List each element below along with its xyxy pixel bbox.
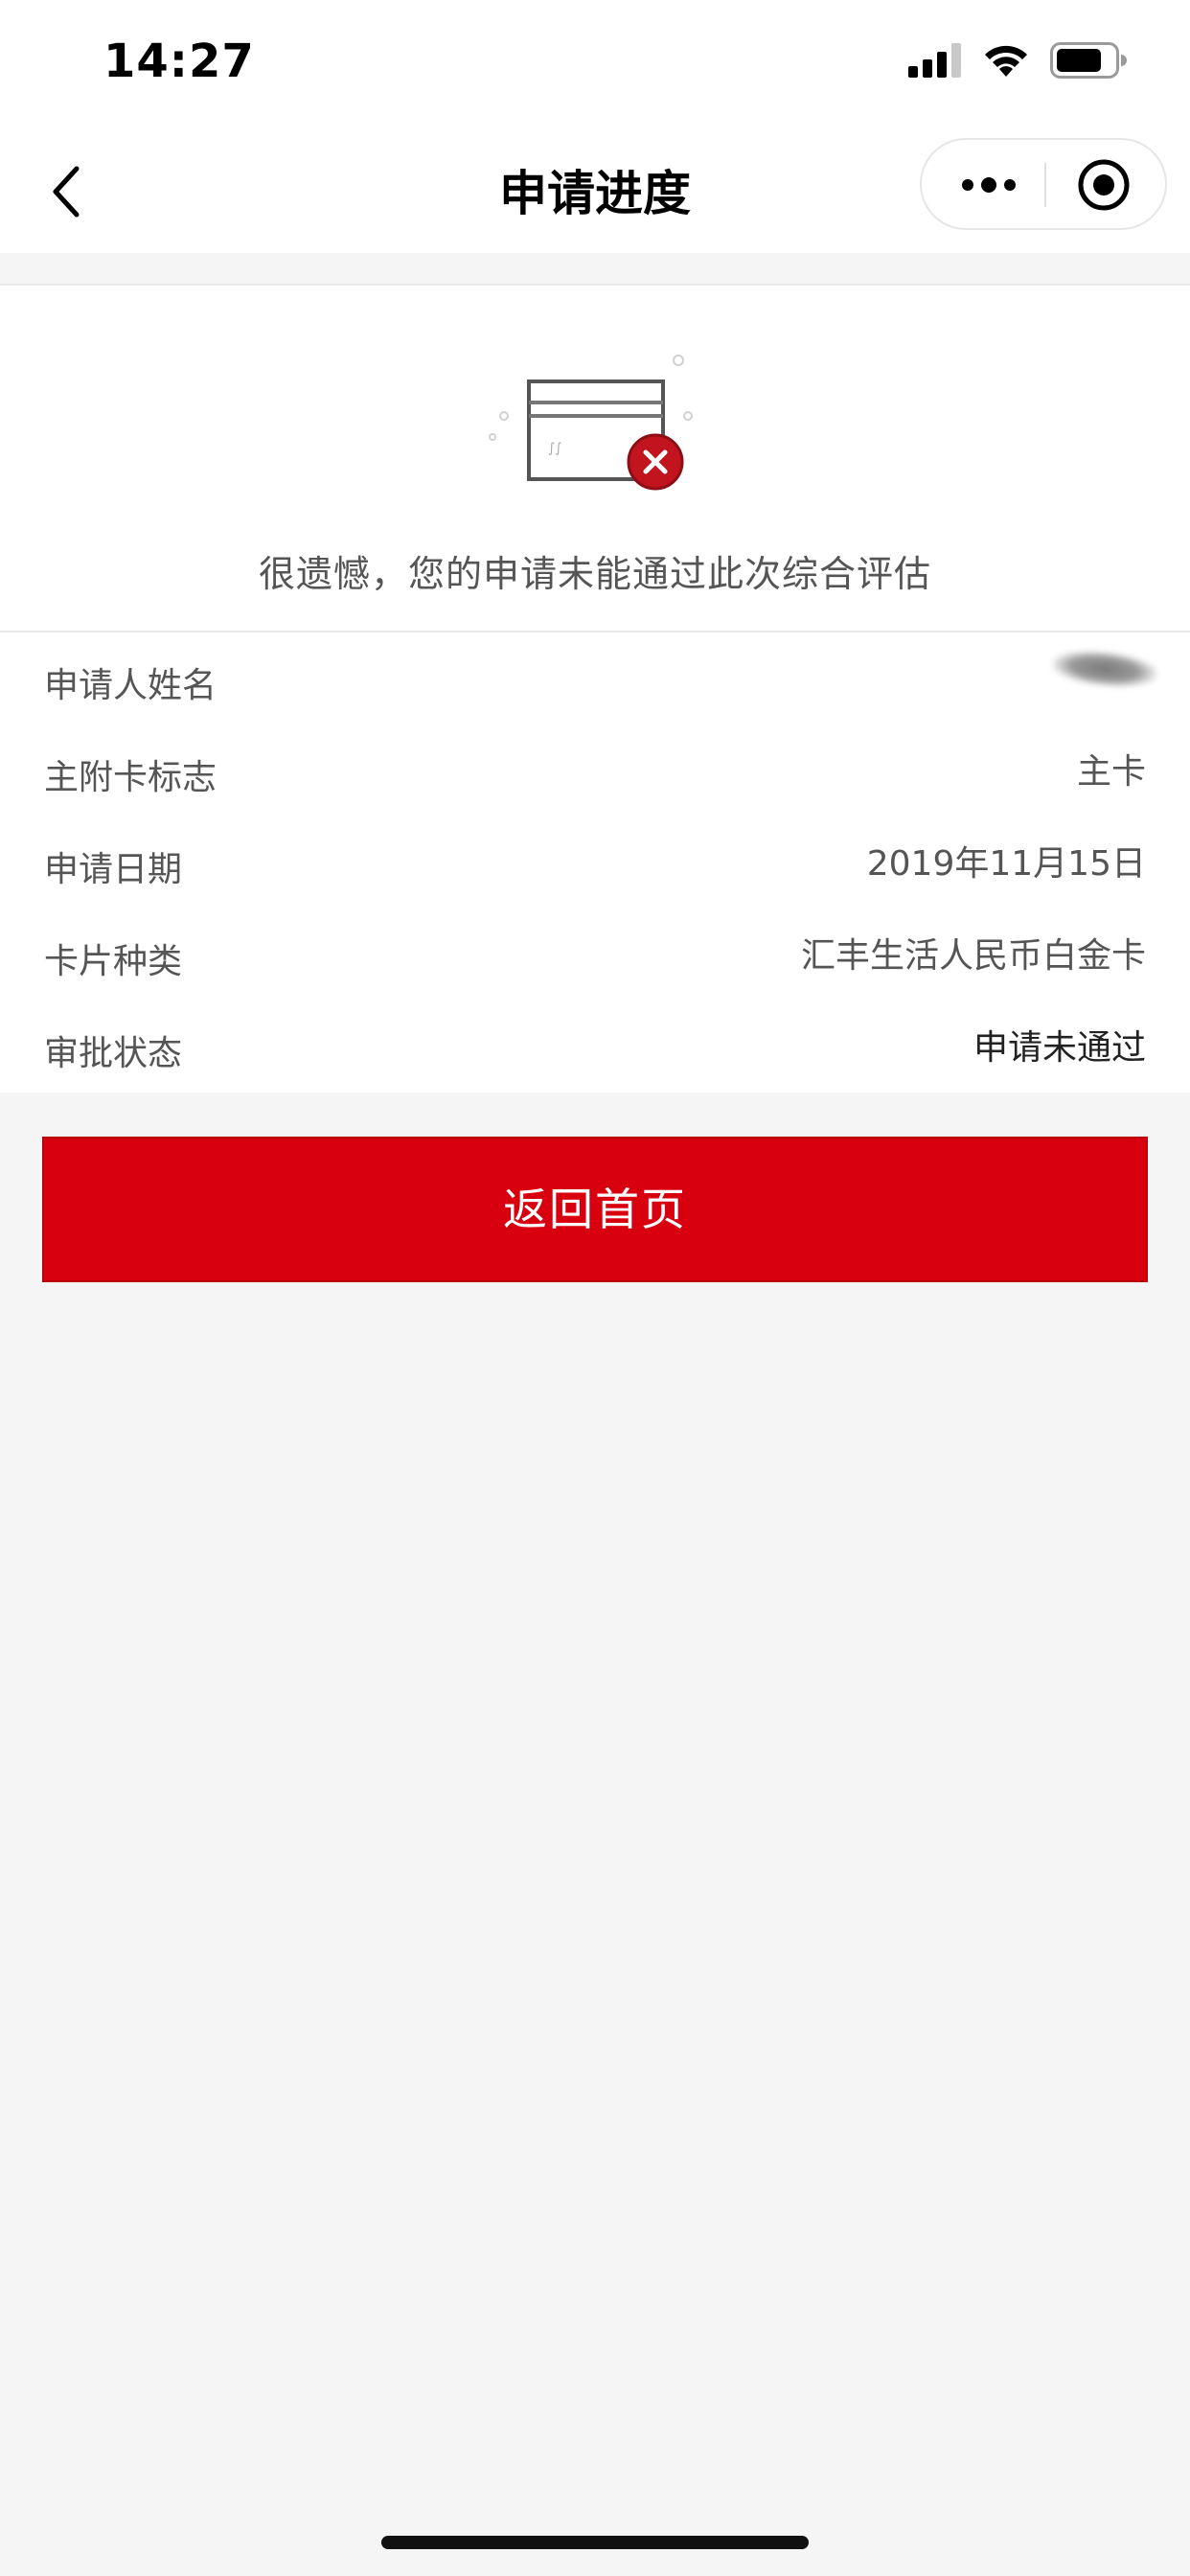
info-row-approval-status: 审批状态 申请未通过: [0, 1000, 1190, 1092]
card-rejected-icon: ∫∫: [489, 355, 693, 491]
status-value: 申请未通过: [973, 1028, 1146, 1068]
info-row-card-type: 卡片种类 汇丰生活人民币白金卡: [0, 908, 1190, 1000]
info-row-application-date: 申请日期 2019年11月15日: [0, 816, 1190, 908]
info-label: 卡片种类: [44, 942, 183, 981]
redacted-name-value: [1050, 646, 1159, 692]
more-button[interactable]: [941, 140, 1037, 230]
return-home-button[interactable]: 返回首页: [42, 1137, 1148, 1282]
info-label: 审批状态: [44, 1034, 183, 1073]
wifi-icon: [985, 45, 1027, 77]
info-value: 2019年11月15日: [866, 844, 1146, 884]
target-circle-icon: [1078, 159, 1130, 211]
nav-bar: 申请进度: [0, 126, 1190, 253]
info-row-card-flag: 主附卡标志 主卡: [0, 724, 1190, 816]
info-row-applicant-name: 申请人姓名: [0, 632, 1190, 724]
capsule-divider: [1044, 163, 1046, 207]
status-icons: [908, 42, 1127, 79]
info-value: 主卡: [1076, 752, 1146, 792]
info-value: 汇丰生活人民币白金卡: [800, 936, 1146, 976]
svg-text:∫∫: ∫∫: [548, 441, 562, 456]
status-bar: 14:27: [0, 0, 1190, 126]
application-info-list: 申请人姓名 主附卡标志 主卡 申请日期 2019年11月15日 卡片种类 汇丰生…: [0, 632, 1190, 1092]
mini-program-capsule: [920, 138, 1167, 230]
home-indicator[interactable]: [381, 2536, 809, 2549]
close-mini-program-button[interactable]: [1056, 140, 1152, 230]
signal-icon: [908, 43, 961, 78]
battery-icon: [1050, 42, 1127, 79]
more-dots-icon: [962, 177, 1016, 193]
result-card: ∫∫ 很遗憾，您的申请未能通过此次综合评估: [0, 284, 1190, 632]
info-label: 申请日期: [44, 850, 183, 889]
result-message: 很遗憾，您的申请未能通过此次综合评估: [258, 553, 931, 595]
info-label: 申请人姓名: [44, 666, 217, 705]
status-time: 14:27: [103, 34, 255, 88]
info-label: 主附卡标志: [44, 758, 217, 797]
